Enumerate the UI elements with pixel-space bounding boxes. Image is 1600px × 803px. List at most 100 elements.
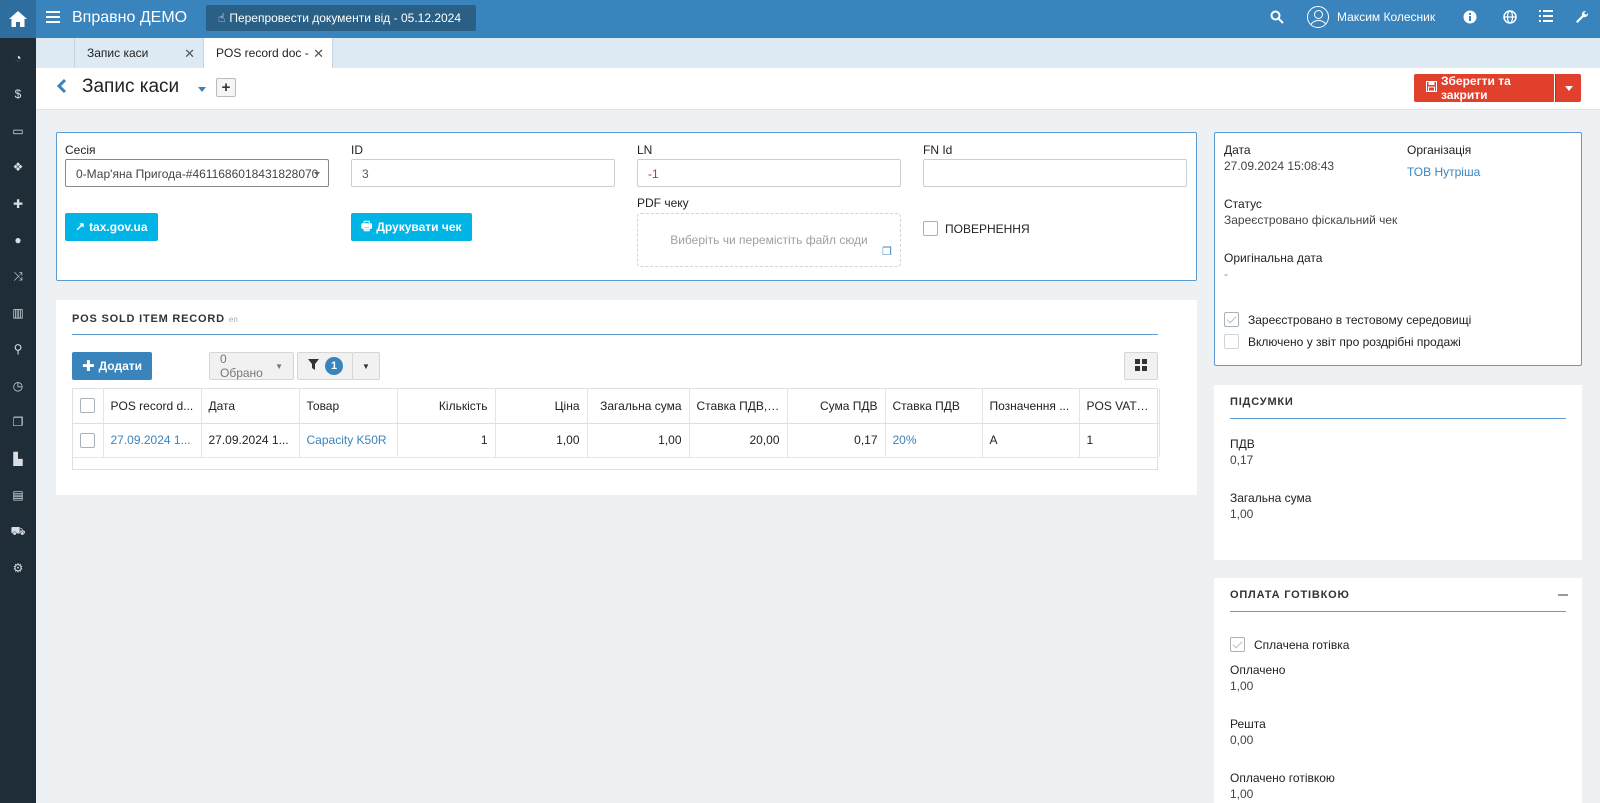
column-header[interactable]: Ставка ПДВ — [885, 389, 983, 424]
filter-button[interactable]: 1 — [297, 352, 353, 380]
repost-documents-button[interactable]: ☝ Перепровести документи від - 05.12.202… — [206, 5, 476, 31]
record-link[interactable]: 27.09.2024 1... — [103, 423, 202, 457]
chevron-down-icon: ▼ — [275, 361, 283, 371]
store-icon[interactable]: ▭ — [0, 121, 36, 141]
vat-id-cell: 1 — [1079, 423, 1160, 457]
selected-dropdown-button[interactable]: 0 Обрано ▼ — [209, 352, 294, 380]
tab-cash-record[interactable]: Запис каси ✕ — [74, 38, 204, 68]
totals-card: ПІДСУМКИ ПДВ 0,17 Загальна сума 1,00 — [1214, 385, 1582, 560]
user-plus-icon[interactable]: ✚ — [0, 194, 36, 214]
product-link[interactable]: Capacity K50R — [299, 423, 398, 457]
paid-cash-label: Сплачена готівка — [1254, 638, 1350, 652]
bank-icon[interactable]: ▥ — [0, 303, 36, 323]
column-header[interactable]: Загальна сума — [587, 389, 690, 424]
pos-section-title: POS SOLD ITEM RECORD en — [72, 313, 238, 325]
cash-payment-title: ОПЛАТА ГОТІВКОЮ — [1230, 589, 1350, 601]
session-select[interactable]: 0-Мар'яна Пригода-#4611686018431828070 — [65, 159, 329, 187]
shuffle-icon[interactable]: ⤨ — [0, 266, 36, 286]
cart-icon[interactable]: ⛟ — [0, 522, 36, 542]
session-value: 0-Мар'яна Пригода-#4611686018431828070 — [76, 167, 319, 181]
column-header[interactable]: Сума ПДВ — [787, 389, 886, 424]
ln-field[interactable]: -1 — [637, 159, 901, 187]
pos-sold-items-card: POS SOLD ITEM RECORD en ✚ Додати 0 Обрано… — [56, 300, 1197, 495]
date-label: Дата — [1224, 143, 1251, 157]
retail-report-label: Включено у звіт про роздрібні продажі — [1248, 335, 1461, 349]
list-icon[interactable] — [1538, 10, 1554, 26]
pdf-receipt-label: PDF чеку — [637, 196, 689, 210]
mark-cell: A — [982, 423, 1080, 457]
app-title[interactable]: Вправно ДЕМО — [72, 9, 187, 27]
filter-icon — [308, 359, 319, 373]
pdf-dropzone[interactable]: Виберіть чи перемістіть файл сюди ❐ — [637, 213, 901, 267]
table-row[interactable]: 27.09.2024 1... 27.09.2024 1... Capacity… — [73, 423, 1160, 457]
column-header[interactable]: Ціна — [495, 389, 588, 424]
close-icon[interactable]: ✕ — [184, 46, 195, 62]
paid-cash-amount-label: Оплачено готівкою — [1230, 771, 1335, 785]
gear-icon[interactable]: ⚙ — [0, 558, 36, 578]
paid-cash-checkbox — [1230, 637, 1245, 652]
section-divider — [72, 334, 1158, 335]
floppy-disk-icon — [1426, 81, 1437, 95]
change-label: Решта — [1230, 717, 1266, 731]
row-checkbox[interactable] — [80, 432, 95, 448]
user-menu[interactable]: Максим Колесник — [1307, 6, 1435, 28]
search-icon[interactable] — [1270, 10, 1284, 27]
vat-rate-link[interactable]: 20% — [885, 423, 983, 457]
vat-value: 0,17 — [1230, 453, 1254, 467]
wrench-icon[interactable] — [1574, 10, 1590, 26]
hamburger-menu-icon[interactable] — [46, 11, 60, 25]
clock-icon[interactable]: ◷ — [0, 376, 36, 396]
back-arrow-icon[interactable] — [56, 78, 68, 94]
add-new-button[interactable]: + — [216, 78, 236, 97]
grid-view-button[interactable] — [1124, 352, 1158, 380]
chevron-down-icon[interactable] — [198, 87, 206, 92]
fn-id-label: FN Id — [923, 143, 953, 157]
organization-link[interactable]: ТОВ Нутріша — [1407, 165, 1480, 179]
print-receipt-button[interactable]: 🖶 Друкувати чек — [351, 213, 472, 241]
fn-id-field[interactable] — [923, 159, 1187, 187]
id-field[interactable]: 3 — [351, 159, 615, 187]
hand-pointer-icon: ☝ — [218, 11, 226, 25]
printer-icon: 🖶 — [361, 218, 373, 233]
bar-chart-icon[interactable]: ▙ — [0, 449, 36, 469]
filter-options-dropdown[interactable]: ▼ — [352, 352, 380, 380]
user-avatar-icon — [1307, 6, 1329, 28]
column-header[interactable]: POS VAT id en — [1079, 389, 1160, 424]
tab-label: Запис каси — [87, 46, 149, 60]
pin-icon[interactable]: ⚲ — [0, 339, 36, 359]
archive-icon[interactable]: ▤ — [0, 485, 36, 505]
column-header[interactable]: Позначення ... — [982, 389, 1080, 424]
cash-payment-card: ОПЛАТА ГОТІВКОЮ Сплачена готівка Оплачен… — [1214, 578, 1582, 803]
save-and-close-button[interactable]: Зберегти та закрити — [1414, 74, 1554, 102]
column-header[interactable]: Кількість — [397, 389, 496, 424]
home-icon[interactable] — [0, 0, 36, 38]
return-checkbox[interactable] — [923, 221, 938, 236]
tax-gov-button[interactable]: ↗ tax.gov.ua — [65, 213, 158, 241]
select-all-checkbox[interactable] — [80, 398, 95, 414]
pos-section-title-text: POS SOLD ITEM RECORD — [72, 313, 225, 325]
info-icon[interactable] — [1462, 10, 1478, 26]
dashboard-icon[interactable]: ◔ — [0, 48, 36, 68]
user-icon[interactable]: ● — [0, 230, 36, 250]
close-icon[interactable]: ✕ — [313, 46, 324, 62]
original-date-label: Оригінальна дата — [1224, 251, 1323, 265]
dollar-icon[interactable]: $ — [0, 84, 36, 104]
add-item-button[interactable]: ✚ Додати — [72, 352, 152, 380]
column-header[interactable]: Дата — [201, 389, 300, 424]
collapse-icon[interactable] — [1558, 594, 1568, 596]
total-cell: 1,00 — [587, 423, 690, 457]
column-header[interactable]: Товар — [299, 389, 398, 424]
save-options-dropdown[interactable] — [1555, 74, 1581, 102]
tab-pos-record-doc[interactable]: POS record doc - ✕ — [203, 38, 333, 68]
column-header[interactable]: Ставка ПДВ, % — [689, 389, 788, 424]
page-header: Запис каси + Зберегти та закрити — [36, 68, 1600, 110]
boxes-icon[interactable]: ❖ — [0, 157, 36, 177]
documents-icon[interactable]: ❐ — [0, 412, 36, 432]
globe-icon[interactable] — [1502, 10, 1518, 26]
table-footer — [73, 457, 1157, 469]
retail-report-checkbox — [1224, 334, 1239, 349]
user-name: Максим Колесник — [1337, 10, 1436, 24]
column-header[interactable]: POS record d... — [103, 389, 202, 424]
original-date-value: - — [1224, 267, 1228, 281]
select-all-cell — [73, 389, 104, 424]
